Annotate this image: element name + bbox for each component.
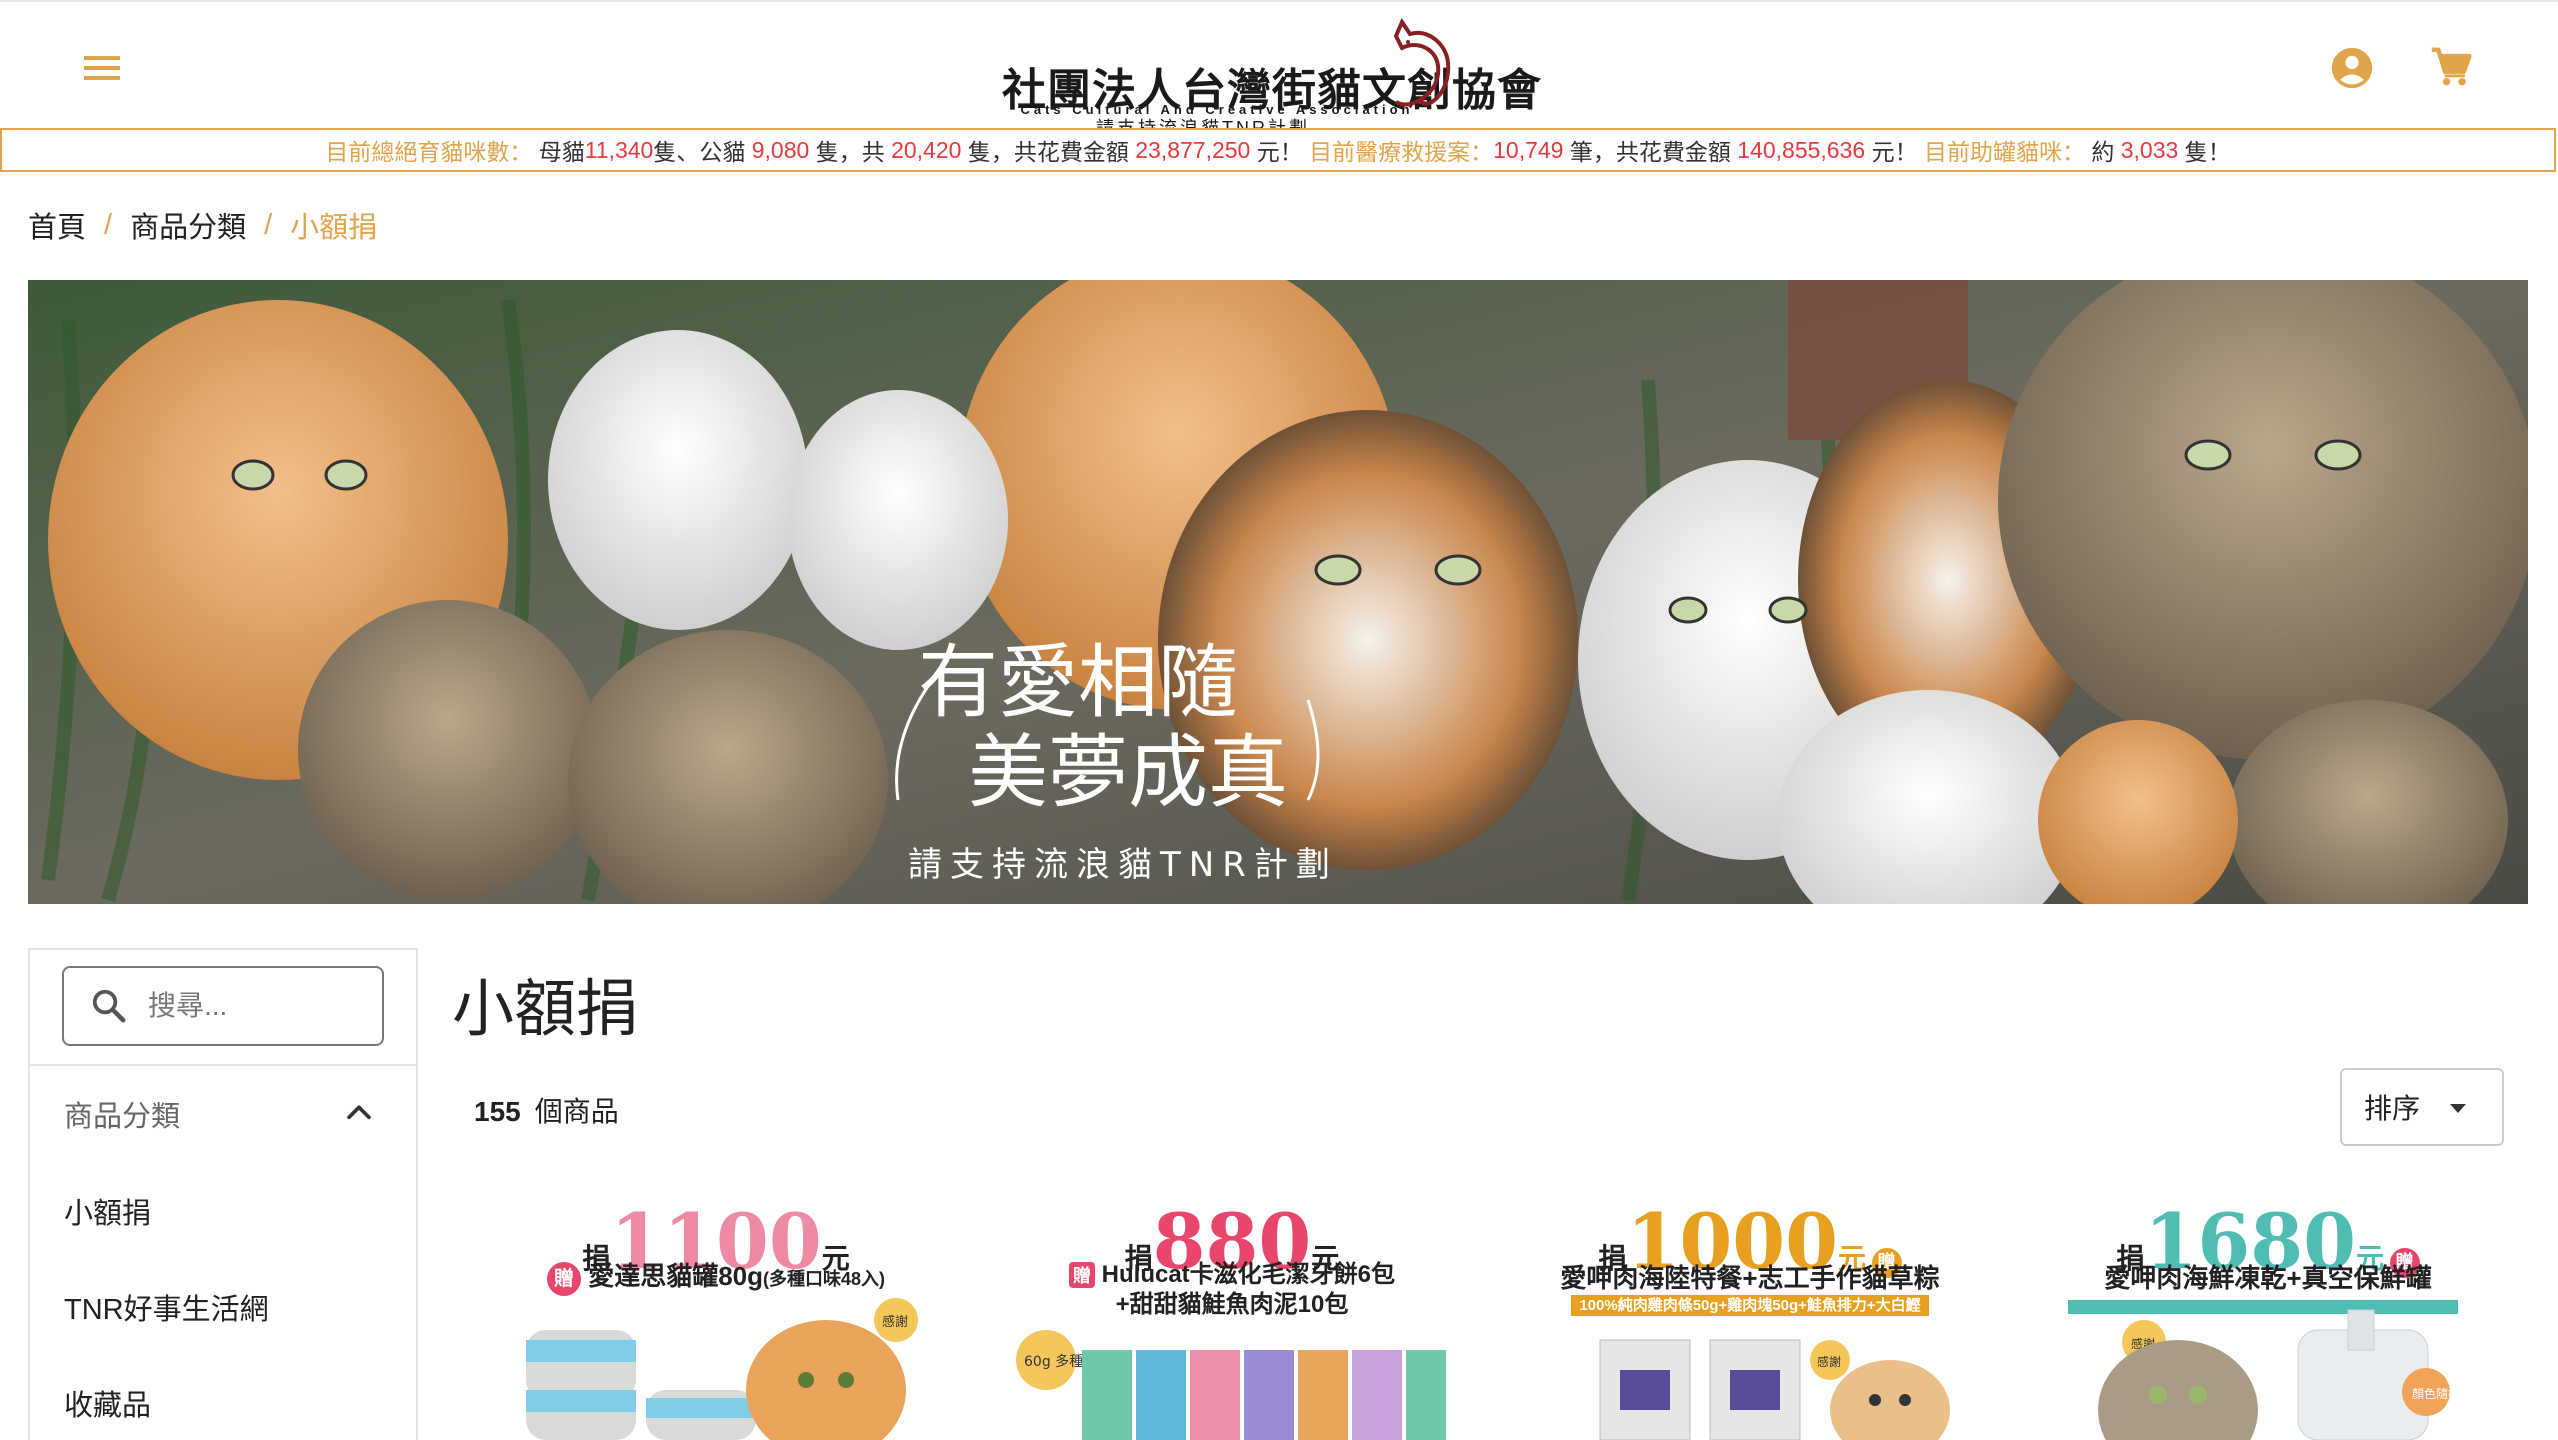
stats-text: 筆，共花費金額 [1569, 139, 1731, 165]
product-image: 感謝 [1599, 1339, 1950, 1440]
cat-logo-icon [1393, 17, 1451, 107]
menu-button[interactable] [72, 38, 132, 98]
breadcrumb: 首頁 / 商品分類 / 小額捐 [28, 204, 377, 246]
product-title-small: (多種口味48入) [763, 1269, 886, 1289]
stats-male-count: 9,080 [751, 136, 810, 163]
chevron-up-icon [347, 1105, 371, 1120]
sidebar-item-tnr-life[interactable]: TNR好事生活網 [64, 1286, 269, 1328]
sort-dropdown[interactable]: 排序 [2340, 1068, 2504, 1146]
account-button[interactable] [2322, 38, 2382, 98]
breadcrumb-home[interactable]: 首頁 [28, 204, 86, 246]
product-subtitle: 100%純肉雞肉條50g+雞肉塊50g+鮭魚排力+大白鰹 [1530, 1294, 1970, 1316]
breadcrumb-separator: / [264, 208, 273, 241]
sidebar-item-collectibles[interactable]: 收藏品 [64, 1382, 151, 1424]
product-title: 愛呷肉海陸特餐+志工手作貓草粽 [1560, 1263, 1940, 1293]
search-icon [92, 989, 126, 1023]
product-count-number: 155 [474, 1096, 521, 1127]
account-circle-icon [2331, 47, 2373, 89]
shopping-cart-icon [2431, 47, 2472, 86]
category-toggle[interactable]: 商品分類 [30, 1066, 416, 1162]
product-title-text: 愛達思貓罐80g [588, 1261, 764, 1291]
search-box[interactable] [62, 966, 384, 1046]
cart-button[interactable] [2422, 38, 2482, 98]
stats-label-medical: 目前醫療救援案： [1309, 139, 1494, 165]
breadcrumb-separator: / [104, 208, 113, 241]
sidebar: 商品分類 小額捐 TNR好事生活網 收藏品 [28, 948, 418, 1440]
sort-label: 排序 [2364, 1093, 2421, 1124]
breadcrumb-current: 小額捐 [290, 212, 378, 244]
sidebar-item-small-donation[interactable]: 小額捐 [64, 1190, 151, 1232]
color-note-badge: 顏色隨機 [2412, 1386, 2460, 1401]
thanks-badge: 感謝 [882, 1314, 908, 1330]
search-input[interactable] [148, 990, 368, 1022]
product-image: 60g 多種口味 [1016, 1330, 1446, 1440]
breadcrumb-category[interactable]: 商品分類 [130, 204, 246, 246]
product-card[interactable]: 捐880元 贈 Hulucat卡滋化毛潔牙餅6包 +甜甜貓鮭魚肉泥10包 60g… [1012, 1190, 1452, 1440]
stats-cans-count: 3,033 [2120, 136, 2179, 163]
product-title: 愛呷肉海鮮凍乾+真空保鮮罐 [2104, 1263, 2432, 1293]
stats-text: 隻！ [2184, 139, 2231, 165]
banner-slogan-line1: 有愛相隨 [918, 636, 1238, 729]
stats-text: 隻，共 [815, 139, 885, 165]
stats-text: 隻，共花費金額 [967, 139, 1129, 165]
product-count: 155 個商品 [474, 1090, 619, 1130]
stats-medical-spent: 140,855,636 [1737, 136, 1866, 163]
banner-slogan-sub: 請支持流浪貓TNR計劃 [908, 845, 1338, 885]
stats-text: 隻、公貓 [653, 139, 746, 165]
stats-medical-count: 10,749 [1493, 136, 1564, 163]
stats-bar: 目前總絕育貓咪數： 母貓 11,340 隻、公貓 9,080 隻，共 20,42… [0, 128, 2556, 172]
product-card[interactable]: 捐1680元 贈 愛呷肉海鮮凍乾+真空保鮮罐 感謝 顏色隨機 [2048, 1190, 2488, 1440]
site-logo[interactable]: 社團法人台灣街貓文創協會 Cats Cultural And Creative … [996, 16, 1541, 138]
product-card[interactable]: 捐1000元 贈 愛呷肉海陸特餐+志工手作貓草粽 100%純肉雞肉條50g+雞肉… [1530, 1190, 1970, 1440]
stats-text: 約 [2091, 139, 2115, 165]
product-card[interactable]: 捐1100元 贈 愛達思貓罐80g(多種口味48入) 感謝 [496, 1190, 936, 1440]
stats-total-count: 20,420 [891, 136, 962, 163]
thanks-badge: 感謝 [1817, 1354, 1841, 1369]
stats-female-count: 11,340 [584, 136, 654, 163]
hero-banner: 有愛相隨 美夢成真 請支持流浪貓TNR計劃 [28, 280, 2528, 904]
stats-text: 元！ [1256, 139, 1303, 165]
product-title-line2: +甜甜貓鮭魚肉泥10包 [1115, 1291, 1349, 1318]
page-title: 小額捐 [452, 975, 639, 1044]
caret-down-icon [2450, 1104, 2466, 1113]
banner-cats-image: 有愛相隨 美夢成真 請支持流浪貓TNR計劃 [28, 280, 2528, 904]
category-title: 商品分類 [64, 1101, 181, 1133]
stats-text: 母貓 [538, 139, 585, 165]
stats-spent: 23,877,250 [1135, 136, 1251, 163]
stats-text: 元！ [1871, 139, 1918, 165]
site-header: 社團法人台灣街貓文創協會 Cats Cultural And Creative … [0, 0, 2558, 138]
product-count-label: 個商品 [534, 1096, 619, 1127]
menu-icon [84, 56, 120, 80]
stats-label-total: 目前總絕育貓咪數： [325, 139, 533, 165]
stats-label-cans: 目前助罐貓咪： [1923, 139, 2085, 165]
product-subtitle-text: 100%純肉雞肉條50g+雞肉塊50g+鮭魚排力+大白鰹 [1571, 1295, 1929, 1316]
product-image: 感謝 [526, 1298, 918, 1440]
banner-slogan-line2: 美夢成真 [968, 726, 1288, 819]
product-image: 感謝 顏色隨機 [2068, 1300, 2460, 1440]
